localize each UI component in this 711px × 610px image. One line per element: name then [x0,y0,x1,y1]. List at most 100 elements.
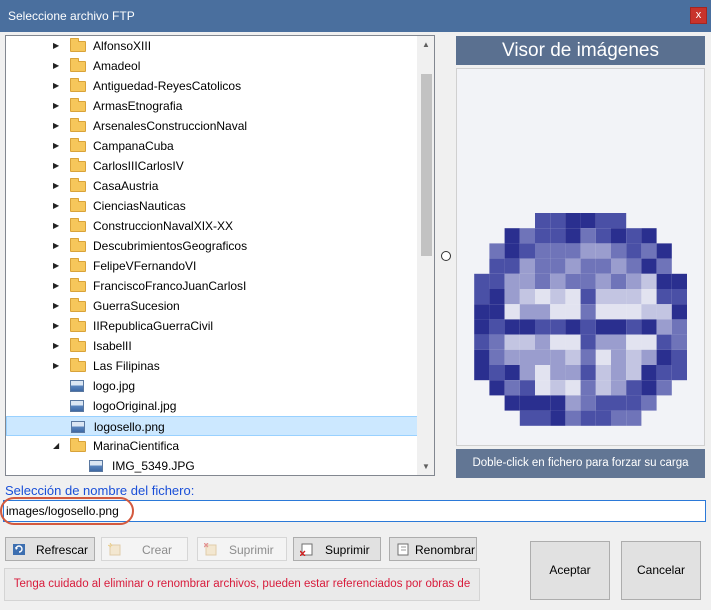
expand-arrow-icon[interactable]: ▶ [53,220,63,232]
folder-icon [70,358,86,372]
tree-item-label: CienciasNauticas [93,199,186,213]
tree-item-label: IsabelII [93,339,132,353]
title-bar: Seleccione archivo FTP x [0,0,711,32]
expand-arrow-icon[interactable]: ▶ [53,80,63,92]
folder-icon [70,158,86,172]
expand-arrow-icon[interactable]: ▶ [53,160,63,172]
tree-folder-item[interactable]: ▶ IIRepublicaGuerraCivil [6,316,419,336]
rename-button[interactable]: Renombrar [389,537,477,561]
tree-folder-item[interactable]: ▶ IsabelII [6,336,419,356]
folder-icon [70,438,86,452]
tree-item-label: Las Filipinas [93,359,160,373]
window-title: Seleccione archivo FTP [8,9,135,23]
tree-item-label: Amadeol [93,59,141,73]
tree-file-item[interactable]: logoOriginal.jpg [6,396,419,416]
tree-folder-item[interactable]: ▶ CasaAustria [6,176,419,196]
create-button[interactable]: Crear [101,537,188,561]
image-file-icon [70,400,84,412]
viewer-hint: Doble-click en fichero para forzar su ca… [456,449,705,478]
tree-item-label: ConstruccionNavalXIX-XX [93,219,234,233]
expand-arrow-icon[interactable]: ▶ [53,180,63,192]
accept-button[interactable]: Aceptar [530,541,610,600]
expand-arrow-icon[interactable]: ▶ [53,300,63,312]
scroll-up-icon[interactable]: ▲ [418,36,434,53]
expand-arrow-icon[interactable]: ▶ [53,60,63,72]
tree-item-label: MarinaCientifica [93,439,180,453]
tree-folder-item[interactable]: ▶ CienciasNauticas [6,196,419,216]
image-viewer[interactable] [456,68,705,446]
refresh-icon [13,544,25,555]
tree-folder-item[interactable]: ▶ CarlosIIICarlosIV [6,156,419,176]
folder-icon [70,118,86,132]
image-file-icon [70,380,84,392]
filename-input[interactable] [3,500,706,522]
expand-arrow-icon[interactable]: ▶ [53,140,63,152]
folder-icon [70,338,86,352]
tree-folder-item[interactable]: ▶ FranciscoFrancoJuanCarlosI [6,276,419,296]
tree-item-label: CarlosIIICarlosIV [93,159,184,173]
tree-item-label: FelipeVFernandoVI [93,259,197,273]
filename-label: Selección de nombre del fichero: [5,483,195,498]
tree-folder-item[interactable]: ◢ MarinaCientifica [6,436,419,456]
folder-icon [70,278,86,292]
tree-item-label: logoOriginal.jpg [93,399,177,413]
warning-message: Tenga cuidado al eliminar o renombrar ar… [4,568,480,610]
expand-arrow-icon[interactable]: ▶ [53,100,63,112]
expand-arrow-icon[interactable]: ▶ [53,360,63,372]
tree-folder-item[interactable]: ▶ Las Filipinas [6,356,419,376]
delete-file-icon [300,543,313,556]
cancel-button[interactable]: Cancelar [621,541,701,600]
scrollbar-thumb[interactable] [421,74,432,256]
collapse-arrow-icon[interactable]: ◢ [53,440,63,452]
scroll-down-icon[interactable]: ▼ [418,458,434,475]
logo-preview-image [474,213,687,426]
tree-item-label: GuerraSucesion [93,299,180,313]
image-viewer-header: Visor de imágenes [456,36,705,65]
ftp-file-tree[interactable]: ▶ AlfonsoXIII ▶ Amadeol ▶ Antiguedad-ReyesCat… [5,35,435,476]
tree-item-label: logo.jpg [93,379,136,393]
folder-icon [70,178,86,192]
delete-button[interactable]: Suprimir [293,537,381,561]
folder-icon [70,198,86,212]
expand-arrow-icon[interactable]: ▶ [53,340,63,352]
radio-button[interactable] [441,251,451,261]
tree-folder-item[interactable]: ▶ ArmasEtnografia [6,96,419,116]
tree-file-item[interactable]: logo.jpg [6,376,419,396]
delete-disabled-button[interactable]: Suprimir [197,537,287,561]
tree-item-label: Antiguedad-ReyesCatolicos [93,79,242,93]
folder-icon [70,98,86,112]
tree-folder-item[interactable]: ▶ ConstruccionNavalXIX-XX [6,216,419,236]
tree-folder-item[interactable]: ▶ Antiguedad-ReyesCatolicos [6,76,419,96]
tree-folder-item[interactable]: ▶ AlfonsoXIII [6,36,419,56]
image-file-icon [71,421,85,433]
expand-arrow-icon[interactable]: ▶ [53,240,63,252]
tree-folder-item[interactable]: ▶ FelipeVFernandoVI [6,256,419,276]
expand-arrow-icon[interactable]: ▶ [53,320,63,332]
delete-file-icon [204,543,217,556]
expand-arrow-icon[interactable]: ▶ [53,280,63,292]
tree-folder-item[interactable]: ▶ ArsenalesConstruccionNaval [6,116,419,136]
expand-arrow-icon[interactable]: ▶ [53,260,63,272]
folder-icon [70,238,86,252]
expand-arrow-icon[interactable]: ▶ [53,200,63,212]
folder-icon [70,318,86,332]
expand-arrow-icon[interactable]: ▶ [53,40,63,52]
image-file-icon [89,460,103,472]
tree-item-label: CasaAustria [93,179,159,193]
tree-item-label: IIRepublicaGuerraCivil [93,319,214,333]
tree-folder-item[interactable]: ▶ DescubrimientosGeograficos [6,236,419,256]
tree-scrollbar[interactable]: ▲ ▼ [417,36,434,475]
refresh-button[interactable]: Refrescar [5,537,95,561]
tree-item-label: ArmasEtnografia [93,99,183,113]
tree-file-item[interactable]: logosello.png [6,416,419,436]
folder-icon [70,58,86,72]
tree-folder-item[interactable]: ▶ GuerraSucesion [6,296,419,316]
tree-folder-item[interactable]: ▶ CampanaCuba [6,136,419,156]
close-button[interactable]: x [690,7,707,24]
folder-icon [70,258,86,272]
expand-arrow-icon[interactable]: ▶ [53,120,63,132]
folder-icon [70,218,86,232]
tree-file-item[interactable]: IMG_5349.JPG [6,456,419,475]
rename-file-icon [397,543,409,556]
tree-folder-item[interactable]: ▶ Amadeol [6,56,419,76]
